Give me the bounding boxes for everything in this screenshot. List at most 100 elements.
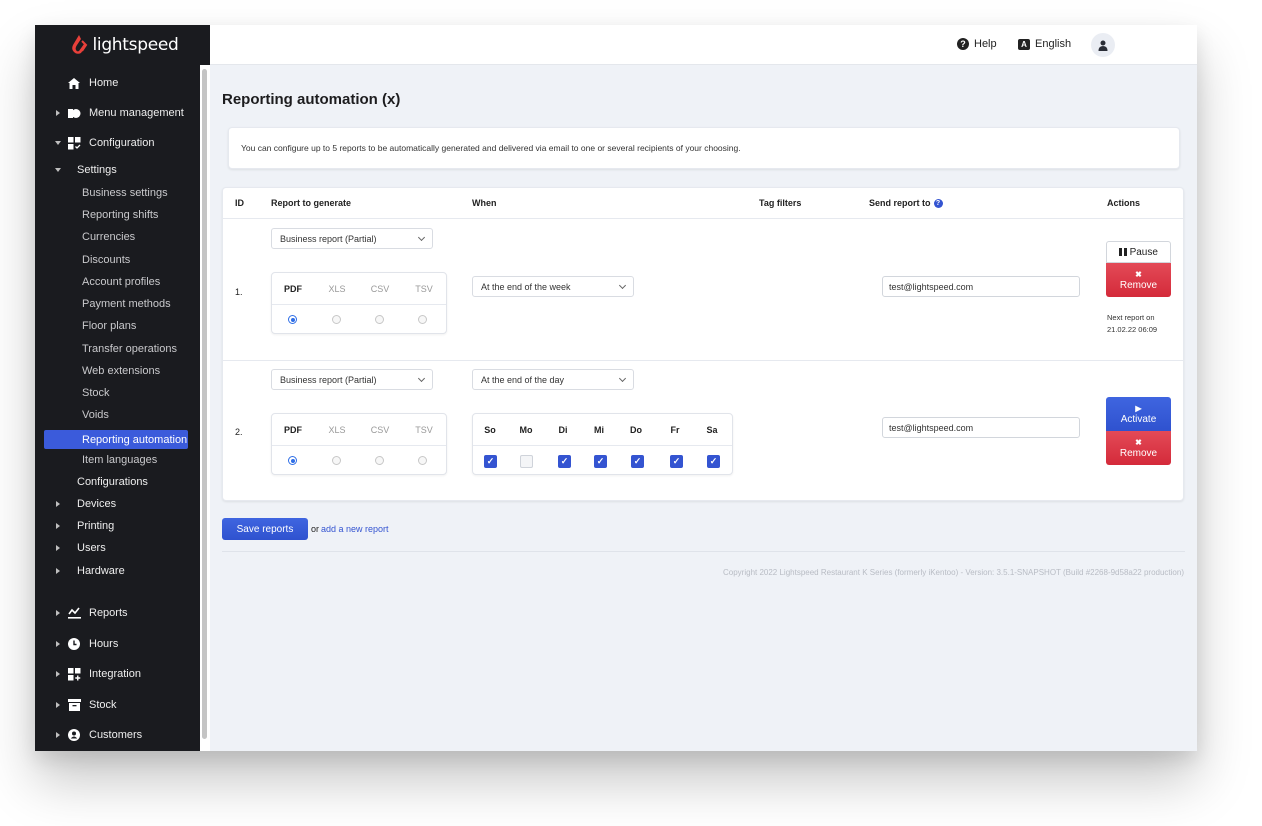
- home-icon: [67, 76, 81, 90]
- report-type-select[interactable]: Business report (Partial): [271, 369, 433, 390]
- info-text: You can configure up to 5 reports to be …: [241, 143, 741, 153]
- format-radio-pdf[interactable]: [288, 315, 297, 324]
- day-checkbox[interactable]: ✓: [631, 455, 644, 468]
- sidebar-item-reporting-shifts[interactable]: Reporting shifts: [35, 205, 205, 225]
- caret-right-icon: [54, 640, 62, 648]
- sidebar-item-web-extensions[interactable]: Web extensions: [35, 361, 205, 381]
- remove-button[interactable]: ✖ Remove: [1106, 431, 1171, 465]
- add-new-report-link[interactable]: add a new report: [321, 524, 389, 534]
- sidebar-item-integration[interactable]: Integration: [35, 664, 205, 684]
- button-label: Remove: [1119, 448, 1158, 459]
- sidebar-item-reports[interactable]: Reports: [35, 603, 205, 623]
- help-link[interactable]: ? Help: [957, 38, 997, 50]
- format-label-pdf: PDF: [284, 425, 302, 435]
- reports-icon: [67, 606, 81, 620]
- schedule-select[interactable]: At the end of the day: [472, 369, 634, 390]
- sidebar-item-label: Web extensions: [82, 365, 161, 377]
- day-checkbox[interactable]: ✓: [707, 455, 720, 468]
- schedule-select[interactable]: At the end of the week: [472, 276, 634, 297]
- sidebar-item-settings[interactable]: Settings: [35, 160, 205, 180]
- sidebar-item-label: Configurations: [77, 476, 148, 488]
- sidebar-item-reporting-automation[interactable]: Reporting automation: [44, 430, 188, 449]
- question-circle-icon: ?: [957, 38, 969, 50]
- sidebar-item-label: Settings: [77, 164, 117, 176]
- sidebar-item-stock[interactable]: Stock: [35, 695, 205, 715]
- day-checkbox[interactable]: [520, 455, 533, 468]
- button-label: Activate: [1120, 414, 1157, 425]
- format-radio-tsv[interactable]: [418, 456, 427, 465]
- select-value: Business report (Partial): [280, 233, 377, 244]
- column-header-tag-filters: Tag filters: [759, 198, 802, 208]
- sidebar-item-transfer-operations[interactable]: Transfer operations: [35, 339, 205, 359]
- format-label-csv: CSV: [370, 284, 390, 294]
- sidebar-item-payment-methods[interactable]: Payment methods: [35, 294, 205, 314]
- email-value: test@lightspeed.com: [889, 281, 974, 292]
- sidebar-item-voids[interactable]: Voids: [35, 405, 205, 425]
- sidebar-item-devices[interactable]: Devices: [35, 494, 205, 514]
- sidebar-item-configurations[interactable]: Configurations: [35, 472, 205, 492]
- day-checkbox[interactable]: ✓: [558, 455, 571, 468]
- sidebar-item-menu-management[interactable]: Menu management: [35, 103, 205, 123]
- format-radio-csv[interactable]: [375, 456, 384, 465]
- sidebar-item-label: Hours: [89, 638, 119, 650]
- day-checkbox[interactable]: ✓: [594, 455, 607, 468]
- close-icon: ✖: [1135, 270, 1142, 279]
- next-report-label: Next report on: [1107, 313, 1155, 322]
- sidebar-scrollbar[interactable]: [200, 65, 210, 751]
- format-label-xls: XLS: [328, 425, 346, 435]
- sidebar-item-label: Home: [89, 77, 119, 89]
- day-label: Fr: [670, 425, 680, 435]
- format-radio-xls[interactable]: [332, 315, 341, 324]
- activate-button[interactable]: ▶ Activate: [1106, 397, 1171, 431]
- sidebar-item-label: Voids: [82, 409, 109, 421]
- language-selector[interactable]: A English: [1018, 38, 1071, 50]
- select-value: At the end of the week: [481, 281, 571, 292]
- sidebar-item-label: Configuration: [89, 137, 155, 149]
- sidebar-item-item-languages[interactable]: Item languages: [35, 450, 205, 470]
- day-label: Mo: [519, 425, 533, 435]
- sidebar-item-currencies[interactable]: Currencies: [35, 227, 205, 247]
- sidebar-item-label: Menu management: [89, 107, 184, 119]
- help-label: Help: [974, 38, 997, 50]
- sidebar-item-label: Integration: [89, 668, 141, 680]
- recipient-email-input[interactable]: test@lightspeed.com: [882, 417, 1080, 438]
- help-circle-icon[interactable]: ?: [933, 198, 943, 208]
- format-radio-xls[interactable]: [332, 456, 341, 465]
- sidebar-item-hardware[interactable]: Hardware: [35, 561, 205, 581]
- sidebar-item-discounts[interactable]: Discounts: [35, 250, 205, 270]
- sidebar-item-account-profiles[interactable]: Account profiles: [35, 272, 205, 292]
- pause-button[interactable]: Pause: [1106, 241, 1171, 263]
- next-report-date: 21.02.22 06:09: [1107, 325, 1158, 334]
- sidebar-item-printing[interactable]: Printing: [35, 516, 205, 536]
- caret-down-icon: [54, 139, 62, 147]
- save-reports-button[interactable]: Save reports: [222, 518, 308, 540]
- remove-button[interactable]: ✖ Remove: [1106, 263, 1171, 297]
- user-avatar-button[interactable]: [1091, 33, 1115, 57]
- caret-down-icon: [54, 166, 62, 174]
- sidebar-item-hours[interactable]: Hours: [35, 634, 205, 654]
- format-radio-csv[interactable]: [375, 315, 384, 324]
- sidebar-item-customers[interactable]: Customers: [35, 725, 205, 745]
- day-checkbox[interactable]: ✓: [670, 455, 683, 468]
- day-label: So: [484, 425, 496, 435]
- format-radio-pdf[interactable]: [288, 456, 297, 465]
- scrollbar-thumb[interactable]: [202, 69, 207, 739]
- caret-right-icon: [54, 522, 62, 530]
- brand-name: lightspeed: [92, 35, 179, 55]
- report-type-select[interactable]: Business report (Partial): [271, 228, 433, 249]
- format-radio-tsv[interactable]: [418, 315, 427, 324]
- sidebar-item-home[interactable]: Home: [35, 73, 205, 93]
- sidebar-item-stock-settings[interactable]: Stock: [35, 383, 205, 403]
- day-checkbox[interactable]: ✓: [484, 455, 497, 468]
- page-title: Reporting automation (x): [222, 91, 401, 108]
- sidebar-item-configuration[interactable]: Configuration: [35, 133, 205, 153]
- select-value: At the end of the day: [481, 374, 565, 385]
- sidebar-item-users[interactable]: Users: [35, 538, 205, 558]
- sidebar-item-label: Stock: [82, 387, 110, 399]
- sidebar-item-label: Currencies: [82, 231, 136, 243]
- sidebar-item-label: Reporting shifts: [82, 209, 159, 221]
- sidebar-item-floor-plans[interactable]: Floor plans: [35, 316, 205, 336]
- brand-logo[interactable]: lightspeed: [35, 25, 210, 65]
- sidebar-item-business-settings[interactable]: Business settings: [35, 183, 205, 203]
- recipient-email-input[interactable]: test@lightspeed.com: [882, 276, 1080, 297]
